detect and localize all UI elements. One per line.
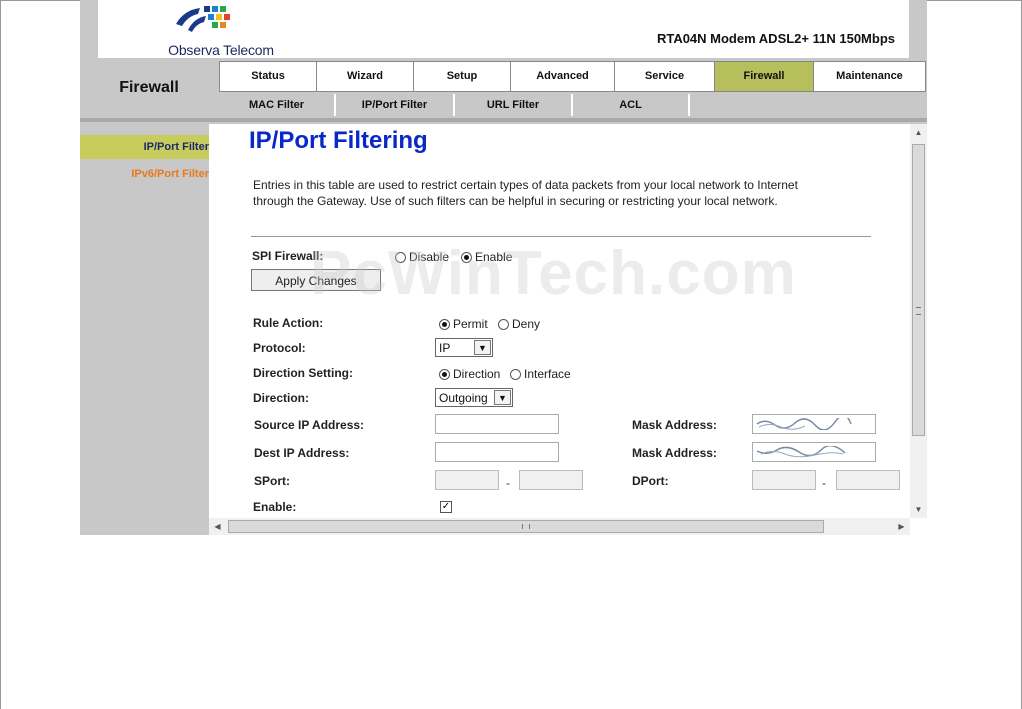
spi-disable-label: Disable xyxy=(409,250,450,264)
protocol-value: IP xyxy=(439,340,451,355)
spi-firewall-label: SPI Firewall: xyxy=(252,249,324,263)
direction-setting-label: Direction Setting: xyxy=(253,366,354,380)
device-model: RTA04N Modem ADSL2+ 11N 150Mbps xyxy=(656,31,895,46)
scroll-left-icon[interactable]: ◀ xyxy=(209,518,226,535)
scroll-right-icon[interactable]: ▶ xyxy=(893,518,910,535)
rule-deny-option[interactable]: Deny xyxy=(498,317,540,331)
brand-name: Observa Telecom xyxy=(168,42,274,58)
source-mask-input[interactable] xyxy=(752,414,876,434)
apply-changes-button[interactable]: Apply Changes xyxy=(251,269,381,291)
obscured-value-icon xyxy=(756,446,846,458)
direction-option[interactable]: Direction xyxy=(439,367,500,381)
source-ip-label: Source IP Address: xyxy=(254,418,365,432)
spi-enable-option[interactable]: Enable xyxy=(461,250,512,264)
section-title: Firewall xyxy=(119,79,179,96)
dport-start-input[interactable] xyxy=(752,470,816,490)
tab-service[interactable]: Service xyxy=(614,61,714,92)
direction-select[interactable]: Outgoing ▼ xyxy=(435,388,513,407)
header-banner: Observa Telecom RTA04N Modem ADSL2+ 11N … xyxy=(98,0,909,58)
spi-enable-radio[interactable] xyxy=(461,251,472,263)
rule-permit-label: Permit xyxy=(453,317,488,331)
direction-label: Direction: xyxy=(253,391,310,405)
main-tabs: Status Wizard Setup Advanced Service Fir… xyxy=(219,61,926,92)
chevron-down-icon: ▼ xyxy=(494,390,511,405)
window-border-left xyxy=(0,0,1,709)
rule-permit-option[interactable]: Permit xyxy=(439,317,488,331)
subtab-ip-port-filter[interactable]: IP/Port Filter xyxy=(336,94,455,116)
sidebar-item-ipv6-port-filter[interactable]: IPv6/Port Filter xyxy=(80,162,209,186)
dest-mask-input[interactable] xyxy=(752,442,876,462)
horizontal-scrollbar[interactable]: ◀ ▶ xyxy=(209,518,910,535)
interface-radio[interactable] xyxy=(510,368,521,380)
page-description: Entries in this table are used to restri… xyxy=(253,178,798,208)
interface-option[interactable]: Interface xyxy=(510,367,571,381)
spi-disable-radio[interactable] xyxy=(395,251,406,263)
source-ip-input[interactable] xyxy=(435,414,559,434)
enable-checkbox[interactable]: ✓ xyxy=(440,501,452,513)
tab-firewall[interactable]: Firewall xyxy=(714,61,813,92)
content-panel: IP/Port Filtering Entries in this table … xyxy=(209,124,927,535)
sport-start-input[interactable] xyxy=(435,470,499,490)
sidebar-item-ip-port-filter[interactable]: IP/Port Filter xyxy=(80,135,209,159)
direction-radio[interactable] xyxy=(439,368,450,380)
scroll-up-icon[interactable]: ▲ xyxy=(910,124,927,141)
page-title: IP/Port Filtering xyxy=(249,127,428,154)
direction-value: Outgoing xyxy=(439,390,488,405)
sport-end-input[interactable] xyxy=(519,470,583,490)
spi-enable-label: Enable xyxy=(475,250,513,264)
vertical-scroll-thumb[interactable] xyxy=(912,144,925,436)
interface-option-label: Interface xyxy=(524,367,571,381)
dest-ip-input[interactable] xyxy=(435,442,559,462)
dport-end-input[interactable] xyxy=(836,470,900,490)
rule-action-label: Rule Action: xyxy=(253,316,324,330)
subtab-mac-filter[interactable]: MAC Filter xyxy=(219,94,336,116)
spi-disable-option[interactable]: Disable xyxy=(395,250,449,264)
brand-logo: Observa Telecom xyxy=(156,4,286,58)
tab-advanced[interactable]: Advanced xyxy=(510,61,614,92)
chevron-down-icon: ▼ xyxy=(474,340,491,355)
enable-label: Enable: xyxy=(253,500,297,514)
source-mask-label: Mask Address: xyxy=(632,418,717,432)
subtab-url-filter[interactable]: URL Filter xyxy=(455,94,573,116)
obscured-value-icon xyxy=(756,418,852,430)
dport-label: DPort: xyxy=(632,474,669,488)
horizontal-scroll-thumb[interactable] xyxy=(228,520,824,533)
subtab-acl[interactable]: ACL xyxy=(573,94,690,116)
observa-logo-icon xyxy=(176,6,230,32)
header-separator xyxy=(80,118,927,122)
dport-range-dash: - xyxy=(822,476,826,490)
router-admin-app: Observa Telecom RTA04N Modem ADSL2+ 11N … xyxy=(80,0,927,535)
rule-deny-radio[interactable] xyxy=(498,318,509,330)
tab-status[interactable]: Status xyxy=(219,61,316,92)
direction-option-label: Direction xyxy=(453,367,501,381)
sub-tabs: MAC Filter IP/Port Filter URL Filter ACL xyxy=(219,94,690,116)
scroll-down-icon[interactable]: ▼ xyxy=(910,501,927,518)
sport-range-dash: - xyxy=(506,476,510,490)
divider xyxy=(251,236,871,237)
rule-deny-label: Deny xyxy=(512,317,541,331)
rule-permit-radio[interactable] xyxy=(439,318,450,330)
dest-ip-label: Dest IP Address: xyxy=(254,446,350,460)
tab-setup[interactable]: Setup xyxy=(413,61,510,92)
dest-mask-label: Mask Address: xyxy=(632,446,717,460)
tab-wizard[interactable]: Wizard xyxy=(316,61,413,92)
grip-icon xyxy=(916,307,921,315)
vertical-scrollbar[interactable]: ▲ ▼ xyxy=(910,124,927,518)
protocol-label: Protocol: xyxy=(253,341,306,355)
protocol-select[interactable]: IP ▼ xyxy=(435,338,493,357)
grip-icon xyxy=(522,524,530,529)
tab-maintenance[interactable]: Maintenance xyxy=(813,61,926,92)
sport-label: SPort: xyxy=(254,474,290,488)
